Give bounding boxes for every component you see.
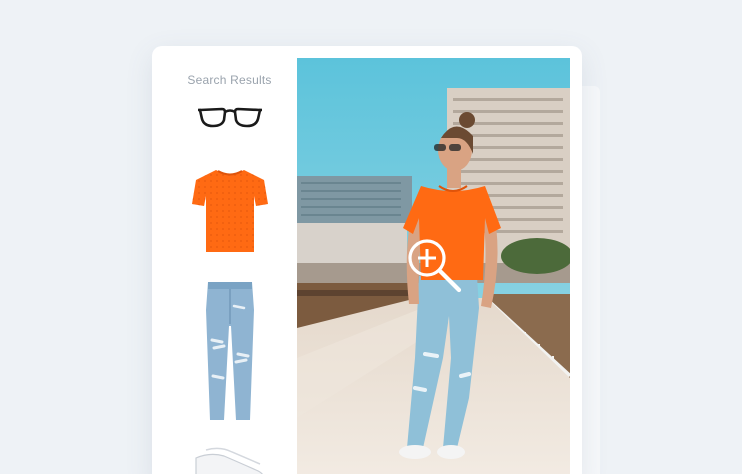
- sneakers-icon: [194, 447, 263, 474]
- search-results-title: Search Results: [187, 73, 272, 87]
- visual-search-card: Search Results: [152, 46, 582, 474]
- zoom-in-icon: [408, 239, 462, 293]
- app-stage: Search Results: [0, 0, 742, 474]
- search-results-panel: Search Results: [162, 58, 297, 474]
- orange-tshirt-icon: [191, 170, 268, 252]
- jeans-icon: [205, 282, 254, 420]
- result-item-tshirt[interactable]: [162, 166, 297, 254]
- glasses-icon: [197, 107, 262, 128]
- result-item-jeans[interactable]: [162, 280, 297, 422]
- product-photo[interactable]: [297, 58, 570, 474]
- zoom-button[interactable]: [403, 234, 467, 298]
- result-item-sneakers[interactable]: [162, 444, 297, 474]
- result-item-glasses[interactable]: [162, 104, 297, 132]
